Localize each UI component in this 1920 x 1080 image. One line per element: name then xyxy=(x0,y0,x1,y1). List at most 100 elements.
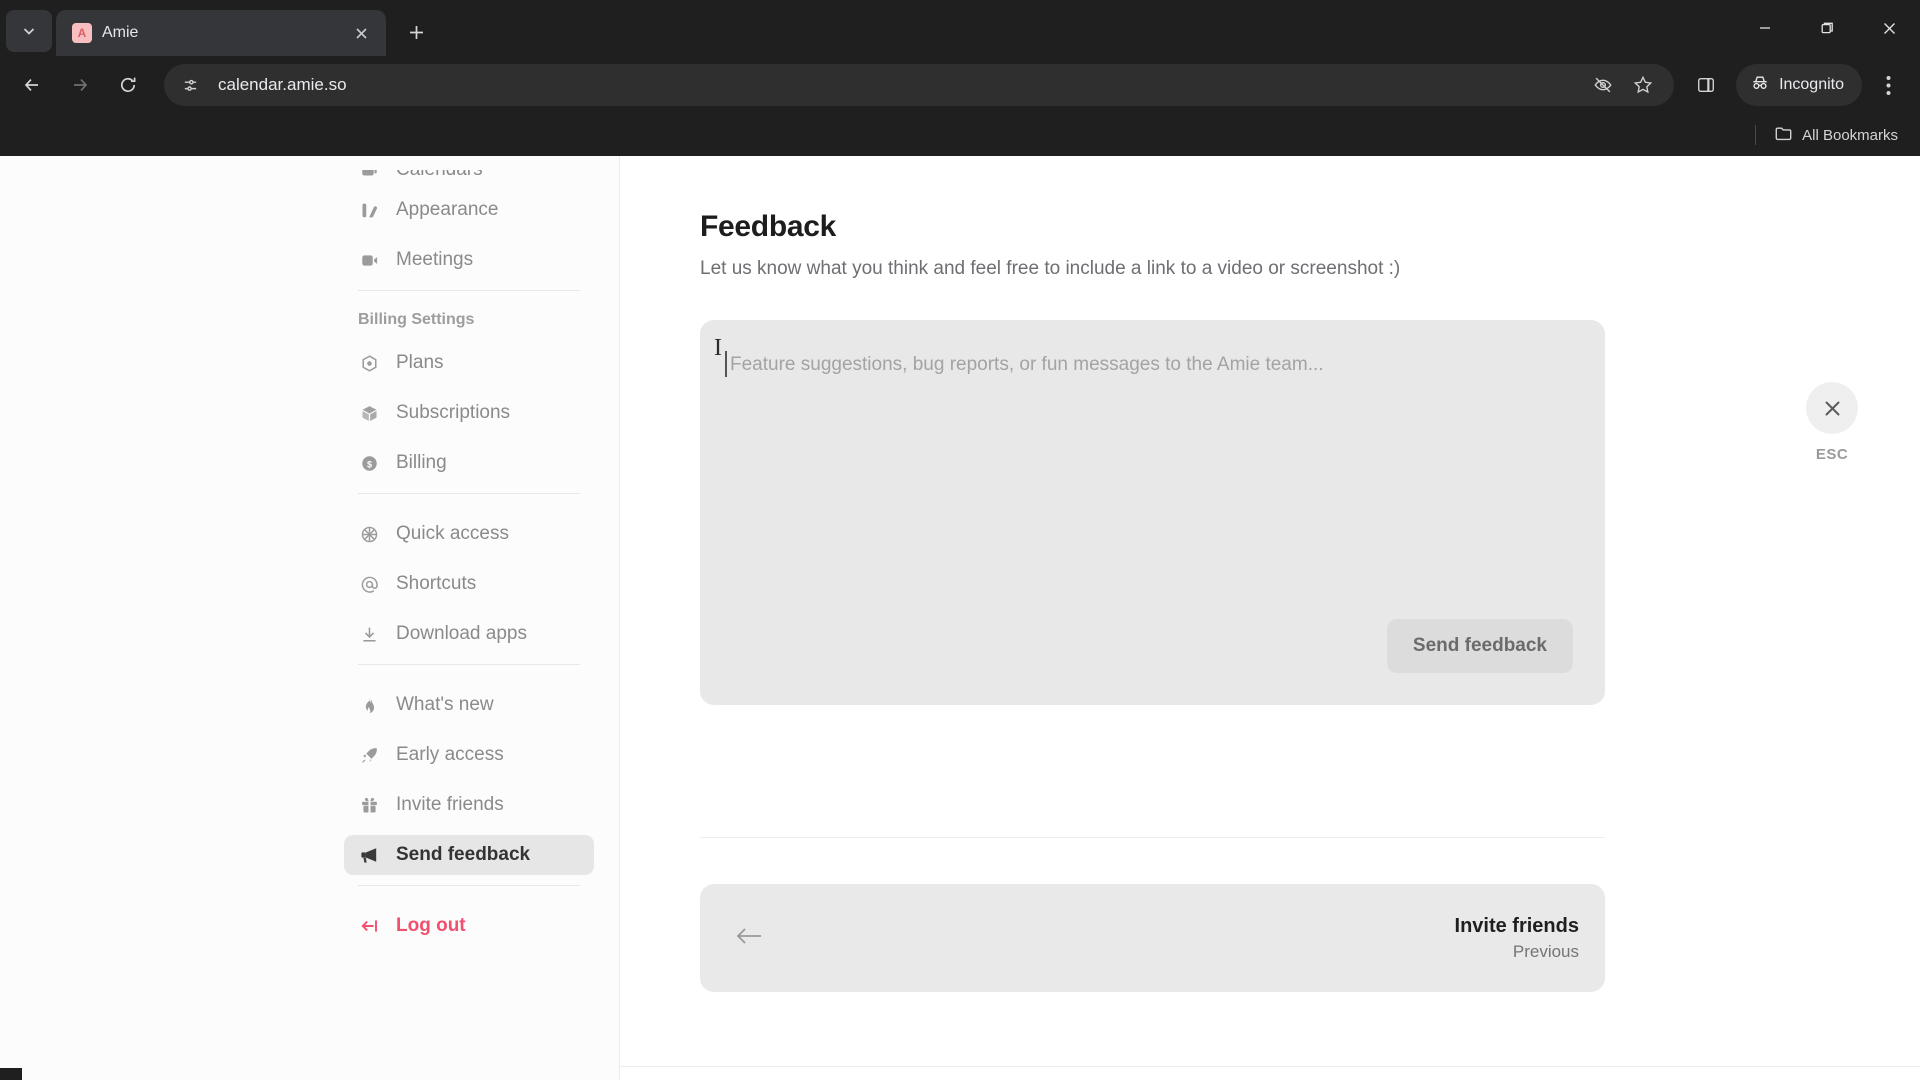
tab-search-button[interactable] xyxy=(6,10,52,52)
sidebar-divider xyxy=(358,493,580,494)
download-icon xyxy=(358,623,380,645)
window-controls xyxy=(1734,0,1920,56)
sidebar-item-label: Early access xyxy=(396,744,504,765)
content-divider xyxy=(700,837,1605,838)
previous-page-title: Invite friends xyxy=(1454,914,1579,937)
window-bottom-corner xyxy=(0,1068,22,1080)
all-bookmarks-label: All Bookmarks xyxy=(1802,126,1898,144)
arrow-left-icon xyxy=(734,923,764,954)
sidebar-item-plans[interactable]: Plans xyxy=(344,343,594,383)
sidebar-item-label: Billing xyxy=(396,452,447,473)
close-window-button[interactable] xyxy=(1858,0,1920,56)
send-feedback-button[interactable]: Send feedback xyxy=(1386,619,1573,673)
browser-tab[interactable]: A Amie xyxy=(56,10,386,56)
side-panel-icon[interactable] xyxy=(1684,63,1728,107)
minimize-button[interactable] xyxy=(1734,0,1796,56)
new-tab-button[interactable] xyxy=(396,12,436,52)
sidebar-nav: Calendars Appearance xyxy=(344,156,594,956)
three-dot-menu-icon[interactable] xyxy=(1866,63,1910,107)
star-icon[interactable] xyxy=(1626,68,1660,102)
sidebar-item-quick-access[interactable]: Quick access xyxy=(344,514,594,554)
rocket-icon xyxy=(358,744,380,766)
sidebar-divider xyxy=(358,664,580,665)
wheel-icon xyxy=(358,523,380,545)
all-bookmarks-button[interactable]: All Bookmarks xyxy=(1774,124,1898,147)
incognito-profile-button[interactable]: Incognito xyxy=(1736,64,1862,106)
previous-page-caption: Previous xyxy=(1512,941,1579,961)
dollar-circle-icon: $ xyxy=(358,452,380,474)
sidebar-item-subscriptions[interactable]: Subscriptions xyxy=(344,393,594,433)
back-button[interactable] xyxy=(10,63,54,107)
sidebar-item-label: What's new xyxy=(396,694,494,715)
settings-content: Feedback Let us know what you think and … xyxy=(620,156,1920,1080)
sidebar-item-log-out[interactable]: Log out xyxy=(344,906,594,946)
sidebar-item-label: Quick access xyxy=(396,523,509,544)
sidebar-item-label: Log out xyxy=(396,915,466,936)
gift-icon xyxy=(358,794,380,816)
sidebar-item-invite-friends[interactable]: Invite friends xyxy=(344,785,594,825)
sidebar-section-billing: Billing Settings xyxy=(358,311,475,328)
megaphone-icon xyxy=(358,844,380,866)
page-settings-icon[interactable] xyxy=(174,69,206,101)
sidebar-item-appearance[interactable]: Appearance xyxy=(344,190,594,230)
flame-icon xyxy=(358,694,380,716)
sidebar-item-billing[interactable]: $ Billing xyxy=(344,443,594,483)
feedback-panel: Feedback Let us know what you think and … xyxy=(700,210,1605,992)
sidebar-item-label: Invite friends xyxy=(396,794,504,815)
browser-toolbar: calendar.amie.so Incognito xyxy=(0,56,1920,114)
tab-strip: A Amie xyxy=(0,0,1920,56)
favicon-letter: A xyxy=(77,26,87,40)
svg-text:$: $ xyxy=(366,459,371,469)
sidebar-item-label: Send feedback xyxy=(396,844,531,865)
incognito-icon xyxy=(1750,73,1770,98)
text-caret xyxy=(725,351,727,377)
sidebar-item-label: Plans xyxy=(396,352,444,373)
sidebar-item-label: Appearance xyxy=(396,199,499,220)
sidebar-divider xyxy=(358,885,580,886)
video-icon xyxy=(358,249,380,271)
close-panel-control[interactable]: ESC xyxy=(1806,382,1858,463)
sidebar-item-early-access[interactable]: Early access xyxy=(344,735,594,775)
url-text[interactable]: calendar.amie.so xyxy=(218,75,1574,95)
text-cursor-icon: I xyxy=(714,335,722,361)
cube-icon xyxy=(358,402,380,424)
close-icon[interactable] xyxy=(1806,382,1858,434)
sidebar-item-label: Meetings xyxy=(396,249,474,270)
sidebar-item-shortcuts[interactable]: Shortcuts xyxy=(344,564,594,604)
feedback-placeholder: Feature suggestions, bug reports, or fun… xyxy=(725,351,1324,377)
maximize-button[interactable] xyxy=(1796,0,1858,56)
sidebar-item-meetings[interactable]: Meetings xyxy=(344,240,594,280)
settings-sidebar: Calendars Appearance xyxy=(0,156,620,1080)
page-title: Feedback xyxy=(700,210,836,243)
sidebar-item-label: Subscriptions xyxy=(396,402,511,423)
previous-page-text: Invite friends Previous xyxy=(1455,915,1579,962)
folder-icon xyxy=(1774,124,1793,147)
bookmarks-divider xyxy=(1755,125,1757,145)
forward-button[interactable] xyxy=(58,63,102,107)
close-tab-icon[interactable] xyxy=(348,20,374,46)
page-bottom-edge xyxy=(620,1066,1920,1080)
sidebar-divider xyxy=(358,290,580,291)
logout-icon xyxy=(358,915,380,937)
sidebar-item-label: Download apps xyxy=(396,623,527,644)
sidebar-item-whats-new[interactable]: What's new xyxy=(344,685,594,725)
incognito-label: Incognito xyxy=(1779,76,1844,93)
sidebar-item-send-feedback[interactable]: Send feedback xyxy=(344,835,594,875)
reload-button[interactable] xyxy=(106,63,150,107)
tab-title: Amie xyxy=(102,24,139,41)
eye-off-icon[interactable] xyxy=(1586,68,1620,102)
esc-label: ESC xyxy=(1815,446,1849,463)
scroll-fade-mask xyxy=(344,156,594,170)
feedback-textarea[interactable]: Feature suggestions, bug reports, or fun… xyxy=(700,320,1605,705)
bookmarks-bar: All Bookmarks xyxy=(0,114,1920,156)
page-viewport: Calendars Appearance xyxy=(0,156,1920,1080)
address-bar[interactable]: calendar.amie.so xyxy=(164,64,1675,106)
appearance-icon xyxy=(358,199,380,221)
sidebar-item-label: Shortcuts xyxy=(396,573,477,594)
hexagon-icon xyxy=(358,352,380,374)
at-sign-icon xyxy=(358,573,380,595)
previous-page-card[interactable]: Invite friends Previous xyxy=(700,884,1605,992)
sidebar-item-download-apps[interactable]: Download apps xyxy=(344,614,594,654)
browser-window: A Amie calendar.amie.so Incognito All Bo… xyxy=(0,0,1920,1080)
page-subtitle: Let us know what you think and feel free… xyxy=(700,258,1401,279)
